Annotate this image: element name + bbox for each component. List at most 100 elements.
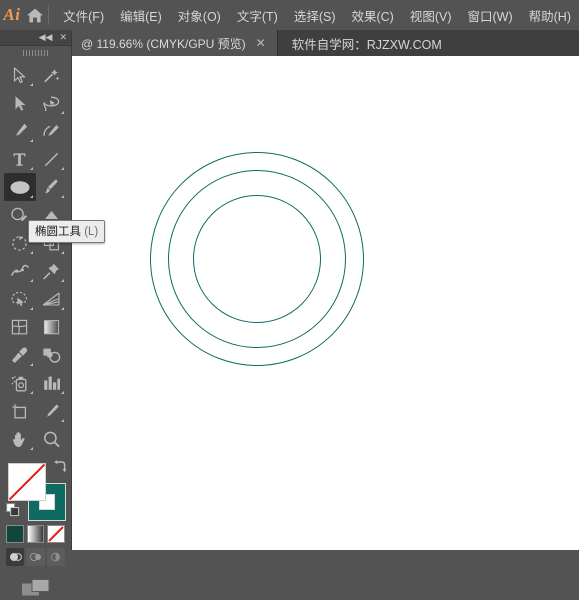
home-glyph	[27, 8, 44, 22]
magnifier-icon	[43, 431, 60, 447]
draw-behind-button[interactable]	[26, 548, 45, 566]
artboard-tool[interactable]	[4, 397, 36, 425]
menu-item-effect[interactable]: 效果(C)	[343, 2, 401, 29]
pen-tool[interactable]	[4, 117, 36, 145]
flyout-indicator	[61, 307, 64, 310]
canvas-artboard[interactable]	[72, 56, 579, 550]
flyout-indicator	[29, 251, 33, 254]
draw-mode-row	[0, 543, 71, 566]
bar-chart-icon	[43, 376, 60, 390]
document-tab-title: @ 119.66% (CMYK/GPU 预览)	[81, 36, 246, 51]
width-warp-icon	[11, 264, 29, 276]
selection-tool[interactable]	[4, 61, 36, 89]
flyout-indicator	[29, 195, 33, 198]
close-panel-icon[interactable]: ✕	[59, 33, 67, 42]
menu-item-object[interactable]: 对象(O)	[170, 2, 229, 29]
menu-item-view[interactable]: 视图(V)	[402, 2, 460, 29]
gradient-square-icon	[43, 320, 59, 335]
draw-inside-button[interactable]	[46, 548, 65, 566]
none-mode-button[interactable]	[47, 525, 66, 543]
width-tool[interactable]	[4, 257, 36, 285]
rotate-icon	[12, 235, 27, 251]
curvature-pen-icon	[43, 125, 59, 136]
none-slash-icon	[8, 463, 46, 501]
pushpin-icon	[43, 263, 59, 279]
home-icon[interactable]	[24, 0, 47, 30]
middle-circle	[168, 170, 346, 348]
hand-icon	[12, 431, 25, 447]
swap-fill-stroke-icon[interactable]	[52, 460, 67, 479]
tools-panel: ◀◀ ✕ 椭圆工具 (L)	[0, 30, 106, 596]
close-icon[interactable]: ✕	[254, 37, 268, 49]
flyout-indicator	[29, 307, 33, 310]
menu-item-type[interactable]: 文字(T)	[229, 2, 286, 29]
inner-circle	[193, 195, 321, 323]
blend-tool[interactable]	[36, 341, 68, 369]
menu-item-help[interactable]: 帮助(H)	[521, 2, 579, 29]
draw-normal-button[interactable]	[6, 548, 25, 566]
menu-divider	[48, 5, 50, 25]
line-segment-tool[interactable]	[36, 145, 68, 173]
color-mode-row	[0, 521, 71, 543]
zoom-tool[interactable]	[36, 425, 68, 453]
draw-inside-icon	[51, 552, 61, 562]
line-icon	[44, 152, 58, 166]
collapse-panel-icon[interactable]: ◀◀	[39, 33, 53, 42]
flyout-indicator	[61, 167, 64, 170]
free-transform-tool[interactable]	[36, 257, 68, 285]
direct-selection-tool[interactable]	[4, 89, 36, 117]
magic-wand-tool[interactable]	[36, 61, 68, 89]
lasso-tool[interactable]	[36, 89, 68, 117]
flyout-indicator	[29, 83, 33, 86]
menu-item-file[interactable]: 文件(F)	[55, 2, 112, 29]
illustrator-window: Ai 文件(F) 编辑(E) 对象(O) 文字(T) 选择(S) 效果(C) 视…	[0, 0, 579, 596]
flyout-indicator	[29, 167, 33, 170]
perspective-grid-tool[interactable]	[36, 285, 68, 313]
tooltip-label: 椭圆工具	[35, 226, 81, 238]
color-mode-button[interactable]	[6, 525, 24, 543]
menu-bar: Ai 文件(F) 编辑(E) 对象(O) 文字(T) 选择(S) 效果(C) 视…	[0, 0, 579, 30]
eyedropper-tool[interactable]	[4, 341, 36, 369]
menu-item-list: 文件(F) 编辑(E) 对象(O) 文字(T) 选择(S) 效果(C) 视图(V…	[55, 0, 579, 30]
magic-wand-icon	[44, 68, 60, 82]
document-tab[interactable]: @ 119.66% (CMYK/GPU 预览) ✕	[72, 30, 278, 56]
shape-builder-tool[interactable]	[4, 285, 36, 313]
default-fill-stroke-icon[interactable]	[6, 503, 20, 522]
type-tool[interactable]	[4, 145, 36, 173]
canvas-vector-layer	[150, 152, 364, 366]
menu-item-select[interactable]: 选择(S)	[286, 2, 344, 29]
default-colors-glyph	[6, 503, 20, 517]
tooltip-shortcut: (L)	[84, 226, 99, 238]
ellipse-tool[interactable]	[4, 173, 36, 201]
panel-grip[interactable]	[0, 46, 71, 59]
blend-icon	[43, 348, 61, 363]
hand-tool[interactable]	[4, 425, 36, 453]
flyout-indicator	[61, 195, 64, 198]
eyedropper-icon	[12, 347, 28, 363]
paintbrush-tool[interactable]	[36, 173, 68, 201]
flyout-indicator	[61, 279, 64, 282]
flyout-indicator	[61, 251, 64, 254]
ellipse-icon	[10, 180, 30, 194]
menu-item-window[interactable]: 窗口(W)	[460, 2, 521, 29]
flyout-indicator	[29, 279, 33, 282]
screen-mode-icon	[21, 579, 49, 596]
shaper-pencil-icon	[11, 207, 28, 221]
ai-app-logo: Ai	[3, 5, 21, 24]
column-graph-tool[interactable]	[36, 369, 68, 397]
gradient-tool[interactable]	[36, 313, 68, 341]
slice-tool[interactable]	[36, 397, 68, 425]
mesh-tool[interactable]	[4, 313, 36, 341]
tools-grid	[0, 59, 71, 453]
screen-mode-button[interactable]	[0, 566, 71, 600]
artboard-icon	[12, 403, 27, 418]
outer-circle	[150, 152, 364, 366]
fill-swatch[interactable]	[8, 463, 46, 501]
gradient-mode-button[interactable]	[26, 525, 45, 543]
curvature-tool[interactable]	[36, 117, 68, 145]
perspective-grid-icon	[42, 292, 60, 306]
mesh-icon	[12, 319, 28, 335]
symbol-sprayer-tool[interactable]	[4, 369, 36, 397]
menu-item-edit[interactable]: 编辑(E)	[112, 2, 170, 29]
flyout-indicator	[29, 391, 33, 394]
